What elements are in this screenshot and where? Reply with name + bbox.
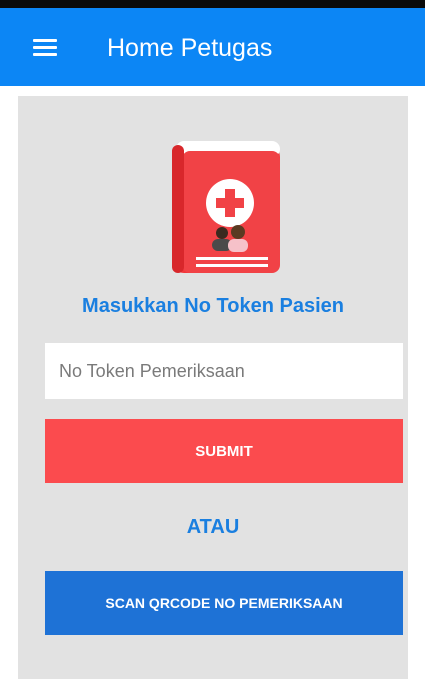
medical-record-book-icon [172, 141, 280, 273]
token-input[interactable] [45, 343, 403, 399]
app-bar: Home Petugas [0, 8, 425, 86]
or-separator-label: ATAU [186, 516, 240, 538]
app-title: Home Petugas [107, 34, 273, 62]
token-prompt-title: Masukkan No Token Pasien [82, 295, 344, 317]
scan-qrcode-button[interactable]: SCAN QRCODE NO PEMERIKSAAN [45, 571, 403, 635]
status-bar [0, 0, 425, 8]
submit-button[interactable]: SUBMIT [45, 419, 403, 483]
main-panel: Masukkan No Token Pasien SUBMIT ATAU SCA… [18, 96, 408, 679]
hamburger-menu-icon[interactable] [33, 39, 57, 57]
